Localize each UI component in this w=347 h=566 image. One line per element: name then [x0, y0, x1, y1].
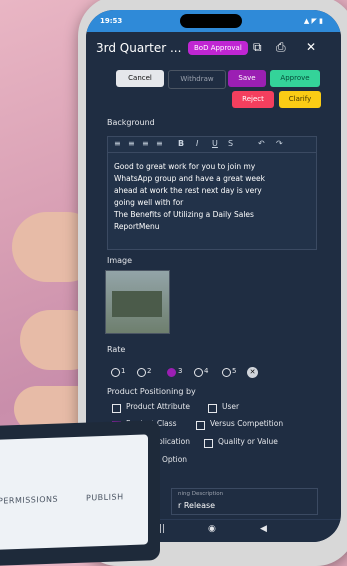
align-right-icon[interactable]: ≡ — [142, 139, 149, 148]
align-justify-icon[interactable]: ≡ — [156, 139, 163, 148]
text-line: The Benefits of Utilizing a Daily Sales — [114, 210, 254, 219]
reject-button[interactable]: Reject — [232, 91, 274, 108]
description-value: r Release — [178, 501, 216, 510]
copy-icon[interactable]: ⧉ — [253, 40, 262, 55]
approve-button[interactable]: Approve — [270, 70, 320, 87]
text-line: WhatsApp group and have a great week — [114, 174, 265, 183]
checkbox-versus-competition[interactable] — [196, 421, 205, 430]
tab-permissions: PERMISSIONS — [0, 494, 59, 506]
rate-option-4: 4 — [204, 367, 209, 375]
background-label: Background — [107, 118, 155, 127]
text-line: ReportMenu — [114, 222, 160, 231]
option-application: plication — [158, 437, 191, 446]
withdraw-button[interactable]: Withdraw — [168, 70, 226, 89]
text-line: going well with for — [114, 198, 184, 207]
status-icons: ▲ ◤ ▮ — [303, 17, 323, 25]
checkbox-quality-value[interactable] — [204, 439, 213, 448]
italic-icon[interactable]: I — [196, 139, 198, 148]
rate-radio-3[interactable] — [167, 368, 176, 377]
option-other: Option — [162, 455, 188, 464]
option-user: User — [222, 402, 240, 411]
tab-publish: PUBLISH — [86, 492, 124, 503]
print-icon[interactable]: ⎙ — [276, 40, 286, 55]
option-versus-competition: Versus Competition — [210, 419, 284, 428]
image-content — [112, 291, 162, 317]
status-badge: BoD Approval — [188, 41, 248, 55]
option-quality-value: Quality or Value — [218, 437, 278, 446]
rate-radio-2[interactable] — [137, 368, 146, 377]
redo-icon[interactable]: ↷ — [276, 139, 283, 148]
bold-icon[interactable]: B — [178, 139, 184, 148]
text-line: ahead at work the rest next day is very — [114, 186, 262, 195]
image-label: Image — [107, 256, 133, 265]
rate-option-2: 2 — [147, 367, 152, 375]
background-text: Good to great work for you to join my Wh… — [114, 161, 310, 233]
uploaded-image-thumbnail[interactable] — [105, 270, 170, 334]
rate-radio-1[interactable] — [111, 368, 120, 377]
underline-icon[interactable]: U — [212, 139, 218, 148]
description-label: ning Description — [178, 491, 224, 497]
strikethrough-icon[interactable]: S — [228, 139, 233, 148]
positioning-label: Product Positioning by — [107, 387, 196, 396]
page-title: 3rd Quarter ... — [96, 41, 182, 55]
background-editor[interactable]: ≡ ≡ ≡ ≡ B I U S ↶ ↷ Good to great work f… — [107, 136, 317, 250]
clear-rate-icon[interactable]: ✕ — [247, 367, 258, 378]
rate-label: Rate — [107, 345, 126, 354]
positioning-description-field[interactable]: ning Description r Release — [171, 488, 318, 515]
home-icon[interactable]: ◉ — [208, 524, 216, 534]
status-time: 19:53 — [100, 17, 123, 25]
camera-notch — [180, 14, 242, 28]
cancel-button[interactable]: Cancel — [116, 70, 164, 87]
back-icon[interactable]: ◀ — [260, 524, 267, 534]
align-center-icon[interactable]: ≡ — [128, 139, 135, 148]
rate-option-3: 3 — [178, 367, 183, 375]
editor-toolbar: ≡ ≡ ≡ ≡ B I U S ↶ ↷ — [108, 137, 316, 153]
clarify-button[interactable]: Clarify — [279, 91, 321, 108]
undo-icon[interactable]: ↶ — [258, 139, 265, 148]
checkbox-user[interactable] — [208, 404, 217, 413]
title-bar: 3rd Quarter ... BoD Approval ⧉ ⎙ ✕ — [86, 32, 341, 66]
laptop-device: PERMISSIONS PUBLISH — [0, 419, 160, 566]
rate-option-5: 5 — [232, 367, 237, 375]
close-icon[interactable]: ✕ — [306, 40, 316, 54]
laptop-screen: PERMISSIONS PUBLISH — [0, 434, 148, 550]
checkbox-product-attribute[interactable] — [112, 404, 121, 413]
align-left-icon[interactable]: ≡ — [114, 139, 121, 148]
save-button[interactable]: Save — [228, 70, 266, 87]
rate-radio-5[interactable] — [222, 368, 231, 377]
rate-radio-4[interactable] — [194, 368, 203, 377]
rate-option-1: 1 — [121, 367, 126, 375]
text-line: Good to great work for you to join my — [114, 162, 256, 171]
option-product-attribute: Product Attribute — [126, 402, 190, 411]
